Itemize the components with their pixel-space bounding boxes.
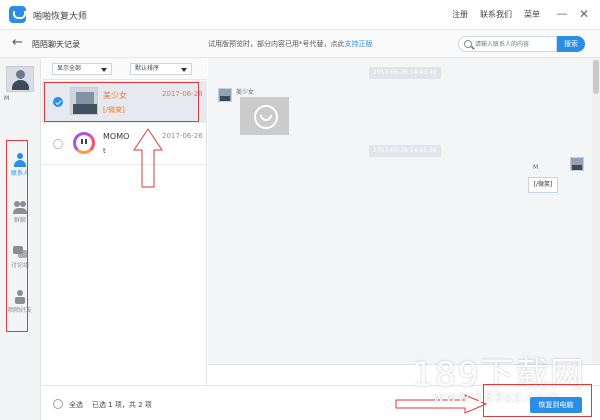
contact-preview: t [103, 147, 106, 155]
search-icon [464, 40, 472, 48]
header-bar: ← 陌陌聊天记录 试用版预览时，部分内容已用*号代替，点此支持正版 搜索 [0, 30, 600, 58]
sidebar-item-group-chat[interactable]: 群聊 [5, 198, 35, 240]
avatar [70, 87, 98, 115]
menu-link[interactable]: 菜单 [524, 9, 540, 20]
title-bar: 啪啪恢复大师 注册 联系我们 菜单 — ✕ [0, 0, 600, 30]
contact-list: 美少女 [/微笑] 2017-06-28 MOMO t 2017-06-26 [42, 81, 207, 385]
list-toolbar: 显示全部 默认排序 [42, 58, 207, 80]
contact-preview: [/微笑] [103, 106, 125, 114]
sort-dropdown-value: 默认排序 [135, 65, 160, 72]
avatar [218, 88, 232, 102]
timestamp-badge: 2017-06-28 14:45:30 [369, 145, 441, 157]
list-item[interactable]: 美少女 [/微笑] 2017-06-28 [42, 81, 207, 123]
search-box[interactable] [458, 36, 557, 52]
timestamp-badge: 2017-06-28 14:43:40 [369, 67, 441, 79]
momo-logo-icon [73, 132, 95, 154]
chat-icon [13, 245, 27, 259]
search-input[interactable] [475, 38, 555, 50]
recover-to-computer-button[interactable]: 恢复到电脑 [530, 397, 582, 413]
message-sender: M [533, 164, 539, 171]
select-all-label: 全选 [69, 401, 83, 409]
friend-icon [13, 290, 27, 304]
contact-us-link[interactable]: 联系我们 [480, 9, 512, 20]
watermark-text: 189下载网 [412, 355, 585, 395]
group-icon [13, 200, 27, 214]
sidebar-item-label: 讨论组 [10, 262, 29, 269]
minimize-button[interactable]: — [554, 6, 570, 22]
selection-count: 已选 1 项，共 2 项 [92, 401, 152, 409]
contact-date: 2017-06-26 [162, 132, 203, 140]
filter-dropdown-value: 显示全部 [57, 65, 82, 72]
sidebar-item-label: 陌陌好友 [7, 307, 32, 314]
contact-name: MOMO [103, 132, 130, 141]
list-item[interactable]: MOMO t 2017-06-26 [42, 123, 207, 165]
trial-notice-text: 试用版预览时，部分内容已用*号代替，点此 [208, 40, 345, 48]
close-button[interactable]: ✕ [576, 6, 592, 22]
scrollbar-thumb[interactable] [593, 60, 599, 94]
sidebar-item-contacts[interactable]: 联系人 [5, 151, 35, 193]
sidebar-item-label: 联系人 [10, 170, 29, 177]
app-logo-icon [9, 6, 26, 23]
annotation-arrow-up-icon [133, 128, 163, 188]
smile-icon [240, 97, 289, 135]
avatar [570, 157, 584, 171]
app-title: 啪啪恢复大师 [33, 12, 88, 22]
trial-notice: 试用版预览时，部分内容已用*号代替，点此支持正版 [208, 39, 373, 49]
back-arrow-icon[interactable]: ← [12, 36, 23, 50]
checkbox[interactable] [53, 97, 63, 107]
sidebar-item-momo-friends[interactable]: 陌陌好友 [5, 288, 35, 330]
top-links: 注册 联系我们 菜单 [452, 9, 540, 20]
register-link[interactable]: 注册 [452, 9, 468, 20]
chevron-down-icon [181, 68, 187, 72]
person-icon [13, 153, 27, 167]
message-bubble: [/微笑] [528, 177, 558, 193]
contact-name: 美少女 [103, 91, 127, 100]
sidebar-item-discussion[interactable]: 讨论组 [5, 243, 35, 285]
select-all-radio[interactable] [53, 399, 63, 409]
support-genuine-link[interactable]: 支持正版 [345, 40, 373, 48]
search-button[interactable]: 搜索 [557, 36, 585, 52]
avatar[interactable] [6, 66, 34, 92]
filter-dropdown[interactable]: 显示全部 [52, 63, 112, 75]
avatar [70, 129, 98, 157]
chevron-down-icon [101, 68, 107, 72]
message-sender: 美少女 [236, 89, 255, 96]
page-title: 陌陌聊天记录 [32, 40, 80, 49]
scrollbar[interactable] [592, 58, 600, 364]
sort-dropdown[interactable]: 默认排序 [130, 63, 192, 75]
user-name: M [4, 95, 10, 102]
contact-date: 2017-06-28 [162, 90, 203, 98]
checkbox[interactable] [53, 139, 63, 149]
sidebar-item-label: 群聊 [13, 217, 26, 224]
left-sidebar: M 联系人 群聊 讨论组 陌陌好友 [0, 58, 41, 420]
